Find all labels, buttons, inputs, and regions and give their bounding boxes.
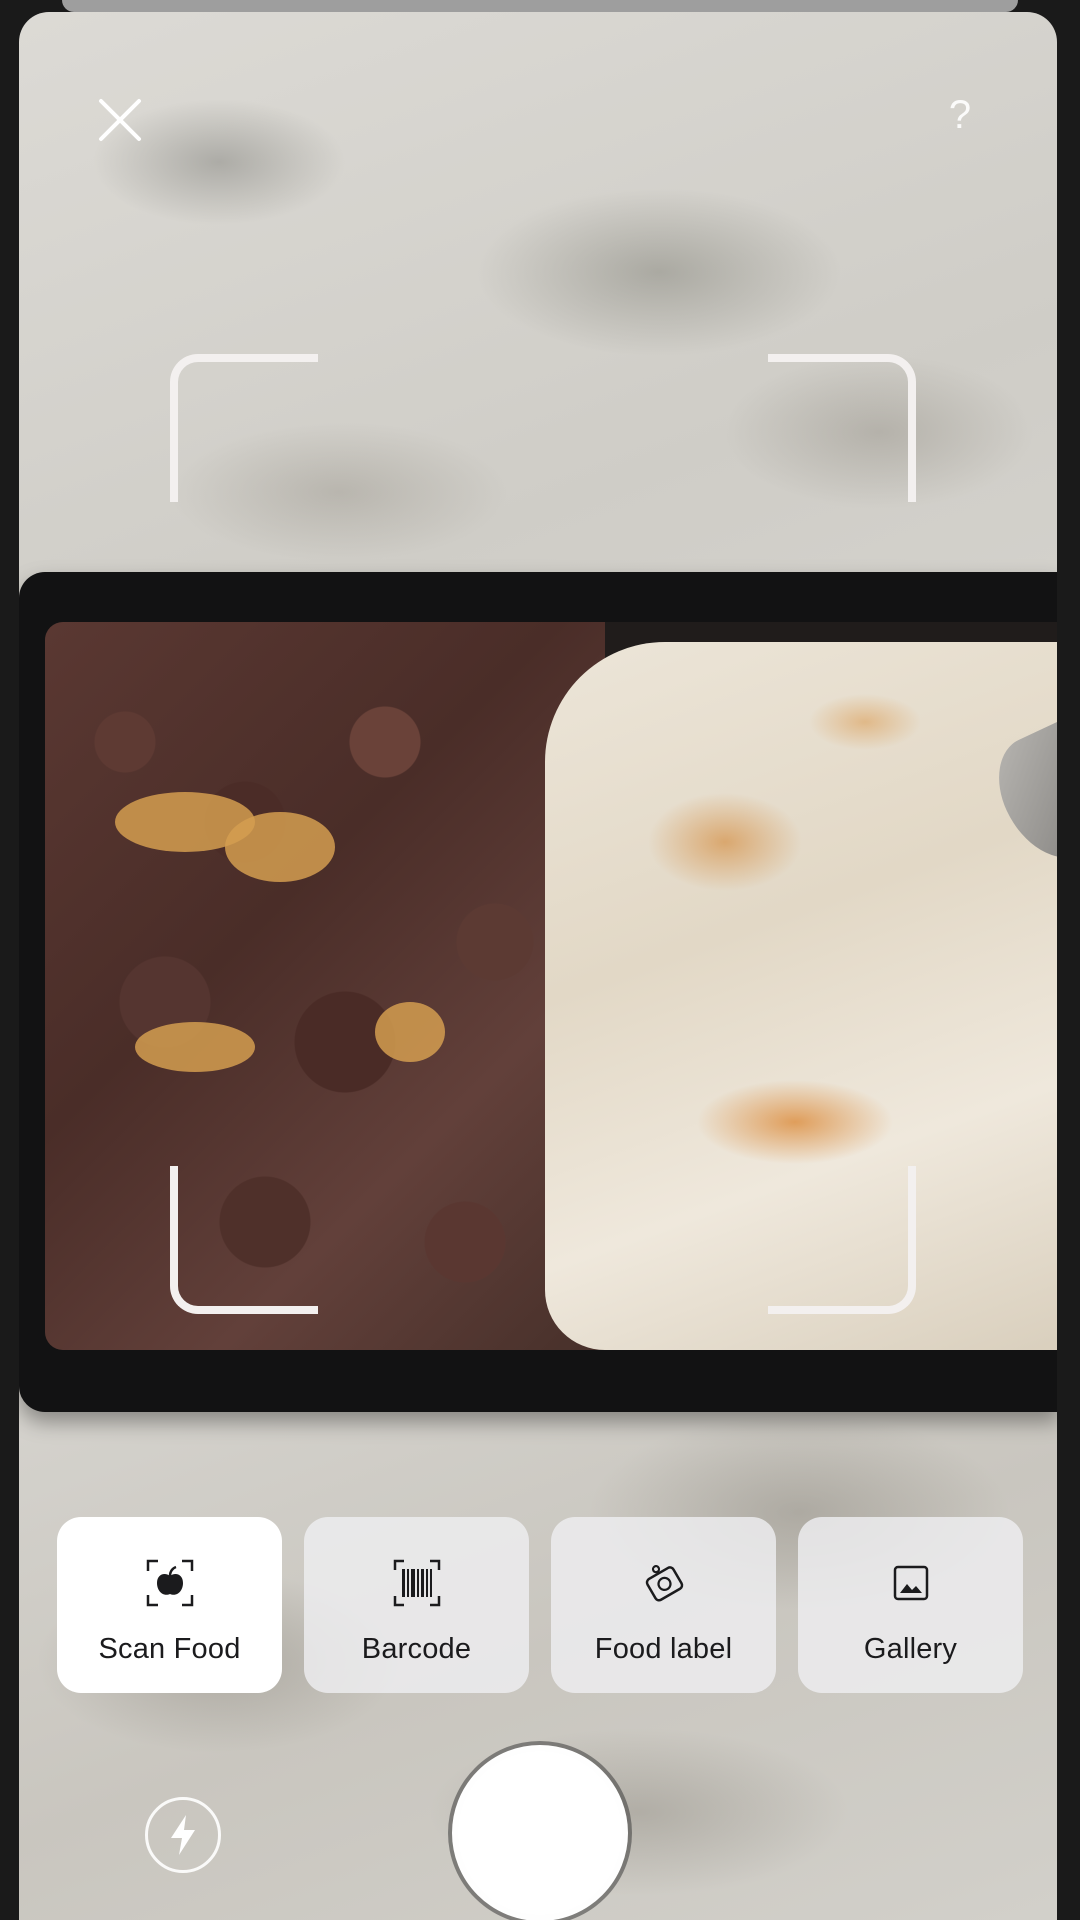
- scan-frame-corner-bottom-left: [170, 1166, 318, 1314]
- gallery-button[interactable]: Gallery: [798, 1517, 1023, 1693]
- gallery-label: Gallery: [863, 1633, 958, 1665]
- scan-food-button[interactable]: Scan Food: [57, 1517, 282, 1693]
- camera-screen: ? Scan Food Barcode Food label Gallery: [0, 0, 1080, 1920]
- scan-food-label: Scan Food: [98, 1633, 241, 1665]
- sauce-blob: [135, 1022, 255, 1072]
- close-button[interactable]: [85, 85, 155, 155]
- food-label-icon: [636, 1555, 692, 1611]
- ground-beef: [45, 622, 605, 1350]
- sheet-edge: [62, 0, 1018, 12]
- scan-frame-corner-top-left: [170, 354, 318, 502]
- scan-food-icon: [142, 1555, 198, 1611]
- food-label-label: Food label: [594, 1633, 733, 1665]
- shutter-button[interactable]: [452, 1745, 628, 1920]
- flash-toggle-button[interactable]: [145, 1797, 221, 1873]
- help-icon: ?: [948, 92, 972, 137]
- barcode-label: Barcode: [361, 1633, 472, 1665]
- close-icon: [99, 99, 141, 141]
- scan-mode-selector: Scan Food Barcode Food label Gallery: [57, 1517, 1023, 1693]
- scan-frame-corner-top-right: [768, 354, 916, 502]
- food-label-button[interactable]: Food label: [551, 1517, 776, 1693]
- barcode-icon: [389, 1555, 445, 1611]
- barcode-button[interactable]: Barcode: [304, 1517, 529, 1693]
- sauce-blob: [225, 812, 335, 882]
- sauce-blob: [375, 1002, 445, 1062]
- help-button[interactable]: ?: [935, 85, 985, 145]
- scan-frame-corner-bottom-right: [768, 1166, 916, 1314]
- gallery-icon: [883, 1555, 939, 1611]
- flash-icon: [171, 1815, 195, 1855]
